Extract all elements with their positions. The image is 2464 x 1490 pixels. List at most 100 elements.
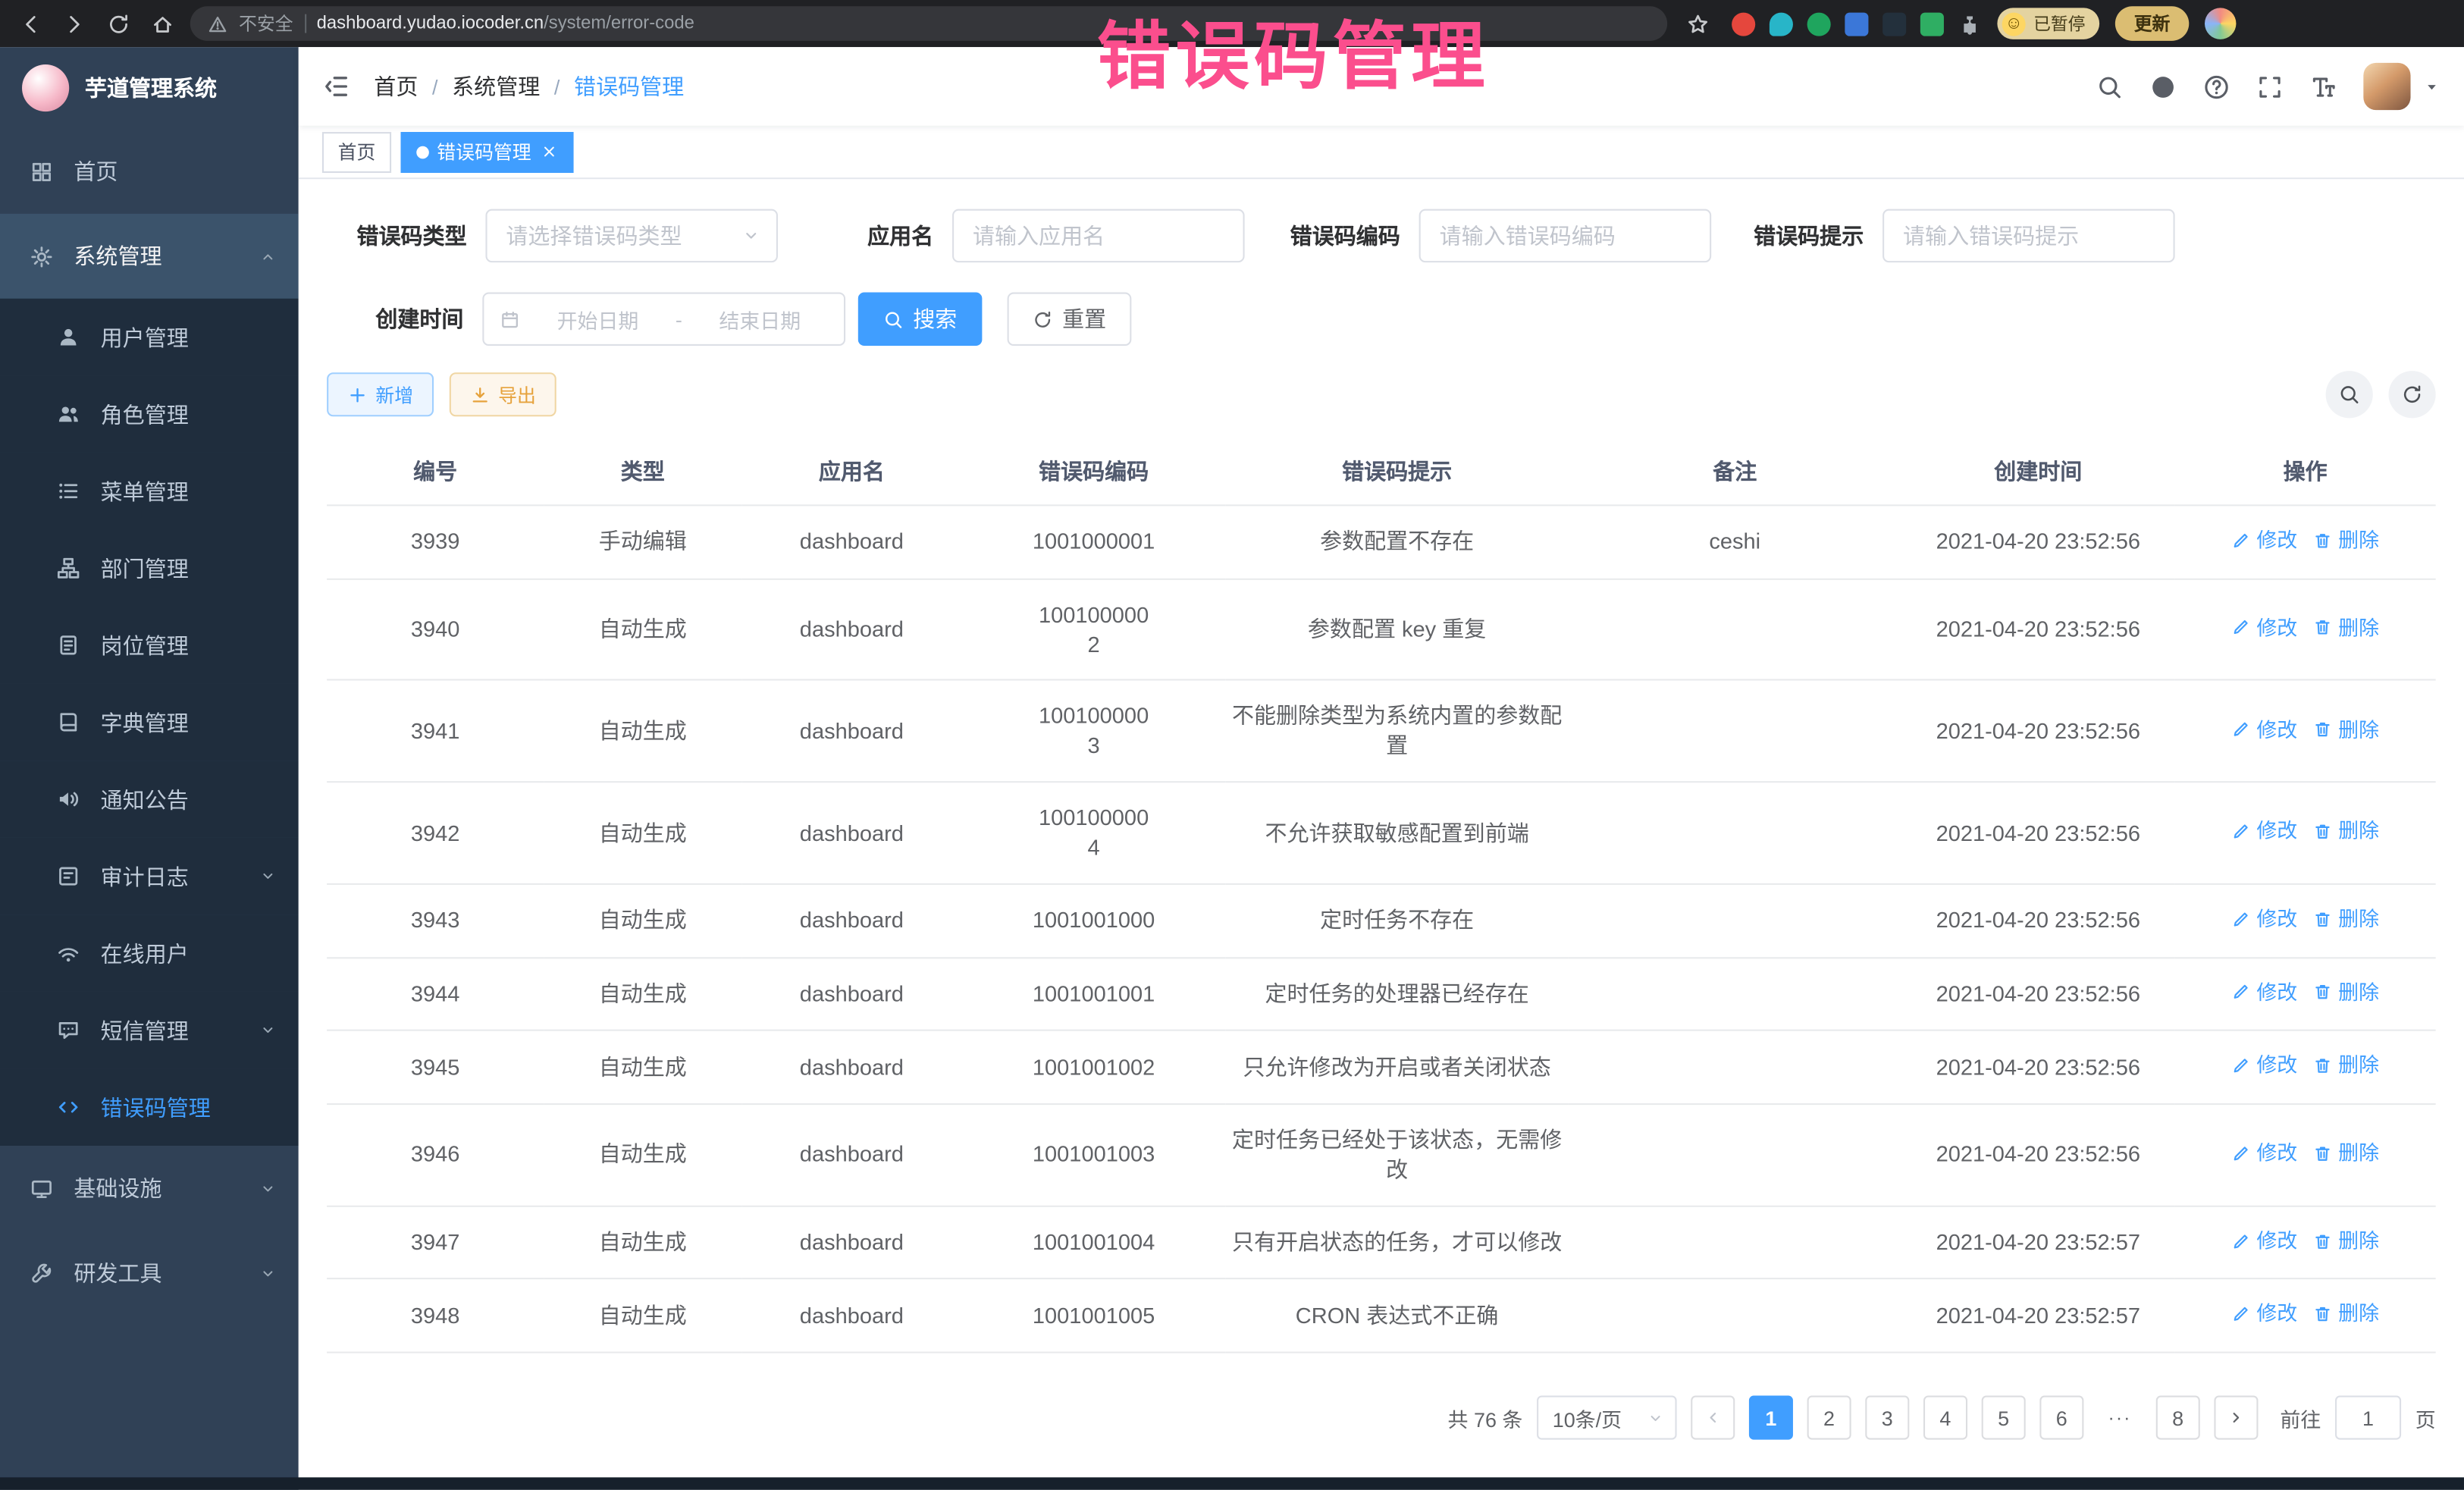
page-button-6[interactable]: 6: [2039, 1396, 2083, 1440]
header-search-icon[interactable]: [2096, 73, 2123, 99]
error-code-input[interactable]: [1419, 209, 1712, 262]
error-type-select[interactable]: 请选择错误码类型: [485, 209, 778, 262]
page-button-8[interactable]: 8: [2156, 1396, 2200, 1440]
browser-back-button[interactable]: [19, 12, 42, 36]
close-icon[interactable]: [541, 143, 558, 161]
sidebar-item-dict-mgmt[interactable]: 字典管理: [0, 684, 299, 761]
edit-link[interactable]: 修改: [2231, 817, 2297, 845]
page-button-2[interactable]: 2: [1807, 1396, 1851, 1440]
error-hint-input[interactable]: [1882, 209, 2175, 262]
github-icon[interactable]: [2149, 73, 2176, 99]
sidebar-item-dept-mgmt[interactable]: 部门管理: [0, 529, 299, 607]
delete-link[interactable]: 删除: [2313, 1052, 2379, 1079]
page-button-4[interactable]: 4: [1923, 1396, 1967, 1440]
browser-profile-avatar[interactable]: [2205, 8, 2236, 39]
delete-link[interactable]: 删除: [2313, 716, 2379, 743]
search-icon: [2338, 384, 2360, 406]
delete-link[interactable]: 删除: [2313, 905, 2379, 933]
tab-error-code[interactable]: 错误码管理: [401, 131, 574, 172]
chevron-down-icon: [259, 1264, 277, 1281]
sidebar-item-system[interactable]: 系统管理: [0, 214, 299, 299]
breadcrumb-home[interactable]: 首页: [374, 71, 418, 102]
breadcrumb-system[interactable]: 系统管理: [452, 71, 540, 102]
user-avatar[interactable]: [2363, 63, 2410, 110]
select-placeholder: 请选择错误码类型: [506, 220, 682, 251]
edit-link[interactable]: 修改: [2231, 1300, 2297, 1328]
sidebar-item-sms-mgmt[interactable]: 短信管理: [0, 992, 299, 1069]
delete-link[interactable]: 删除: [2313, 1227, 2379, 1254]
page-size-select[interactable]: 10条/页: [1537, 1396, 1676, 1440]
delete-icon: [2313, 1231, 2332, 1250]
toggle-search-button[interactable]: [2326, 371, 2373, 418]
help-icon[interactable]: [2203, 73, 2230, 99]
browser-forward-button[interactable]: [63, 12, 86, 36]
font-size-icon[interactable]: [2310, 73, 2337, 99]
browser-home-button[interactable]: [151, 12, 174, 36]
extension-paw-icon[interactable]: [1920, 12, 1944, 36]
delete-link[interactable]: 删除: [2313, 817, 2379, 845]
fullscreen-icon[interactable]: [2256, 73, 2283, 99]
edit-link[interactable]: 修改: [2231, 1052, 2297, 1079]
delete-link[interactable]: 删除: [2313, 614, 2379, 641]
bookmark-star-icon[interactable]: [1686, 12, 1710, 36]
app-name-input[interactable]: [952, 209, 1245, 262]
export-button[interactable]: 导出: [450, 372, 556, 416]
cell-app: dashboard: [741, 783, 961, 884]
table-tools: [2326, 371, 2436, 418]
page-ellipsis[interactable]: ···: [2098, 1396, 2142, 1440]
sidebar-item-online-user[interactable]: 在线用户: [0, 914, 299, 992]
refresh-table-button[interactable]: [2389, 371, 2436, 418]
column-header-type: 类型: [544, 438, 741, 505]
page-button-3[interactable]: 3: [1865, 1396, 1909, 1440]
edit-link[interactable]: 修改: [2231, 1140, 2297, 1167]
delete-link[interactable]: 删除: [2313, 1140, 2379, 1167]
sidebar-toggle-icon[interactable]: [322, 72, 350, 100]
filter-row-2: 创建时间 开始日期 - 结束日期 搜索: [327, 293, 2436, 346]
browser-reload-button[interactable]: [107, 12, 130, 36]
extension-blue-icon[interactable]: [1845, 12, 1868, 36]
edit-link[interactable]: 修改: [2231, 979, 2297, 1006]
next-page-button[interactable]: [2214, 1396, 2258, 1440]
filter-group-type: 错误码类型 请选择错误码类型: [327, 209, 778, 262]
end-date-placeholder: 结束日期: [691, 304, 828, 334]
extension-green-icon[interactable]: [1807, 12, 1831, 36]
delete-link[interactable]: 删除: [2313, 1300, 2379, 1328]
cell-actions: 修改删除: [2175, 579, 2436, 680]
extensions-puzzle-icon[interactable]: [1958, 12, 1982, 36]
app-logo-row[interactable]: 芋道管理系统: [0, 47, 299, 129]
sidebar-item-role-mgmt[interactable]: 角色管理: [0, 375, 299, 453]
extension-dark-icon[interactable]: [1882, 12, 1906, 36]
date-range-picker[interactable]: 开始日期 - 结束日期: [482, 293, 845, 346]
prev-page-button[interactable]: [1691, 1396, 1735, 1440]
reset-button[interactable]: 重置: [1008, 293, 1132, 346]
edit-link[interactable]: 修改: [2231, 1227, 2297, 1254]
search-button[interactable]: 搜索: [858, 293, 983, 346]
sync-paused-badge[interactable]: ☺ 已暂停: [1997, 8, 2099, 39]
sidebar-item-infra[interactable]: 基础设施: [0, 1146, 299, 1231]
delete-link[interactable]: 删除: [2313, 526, 2379, 554]
extension-red-icon[interactable]: [1732, 12, 1755, 36]
sidebar-item-notice[interactable]: 通知公告: [0, 761, 299, 838]
extension-teal-icon[interactable]: [1770, 12, 1793, 36]
browser-update-button[interactable]: 更新: [2115, 6, 2189, 41]
sidebar-item-post-mgmt[interactable]: 岗位管理: [0, 607, 299, 684]
tab-home[interactable]: 首页: [322, 131, 391, 172]
edit-link[interactable]: 修改: [2231, 716, 2297, 743]
edit-link[interactable]: 修改: [2231, 614, 2297, 641]
edit-link[interactable]: 修改: [2231, 905, 2297, 933]
edit-link[interactable]: 修改: [2231, 526, 2297, 554]
page-button-5[interactable]: 5: [1982, 1396, 2026, 1440]
delete-link[interactable]: 删除: [2313, 979, 2379, 1006]
breadcrumb-separator: /: [554, 74, 560, 98]
sidebar-item-home[interactable]: 首页: [0, 129, 299, 214]
sidebar-item-user-mgmt[interactable]: 用户管理: [0, 299, 299, 376]
sidebar-item-menu-mgmt[interactable]: 菜单管理: [0, 453, 299, 530]
sidebar-item-audit-log[interactable]: 审计日志: [0, 838, 299, 915]
sidebar-item-dev-tools[interactable]: 研发工具: [0, 1231, 299, 1316]
add-button[interactable]: 新增: [327, 372, 434, 416]
doc-icon: [57, 633, 80, 657]
avatar-caret-icon[interactable]: [2423, 78, 2440, 96]
page-button-1[interactable]: 1: [1749, 1396, 1793, 1440]
sidebar-item-error-code[interactable]: 错误码管理: [0, 1068, 299, 1146]
goto-page-input[interactable]: [2335, 1396, 2401, 1440]
